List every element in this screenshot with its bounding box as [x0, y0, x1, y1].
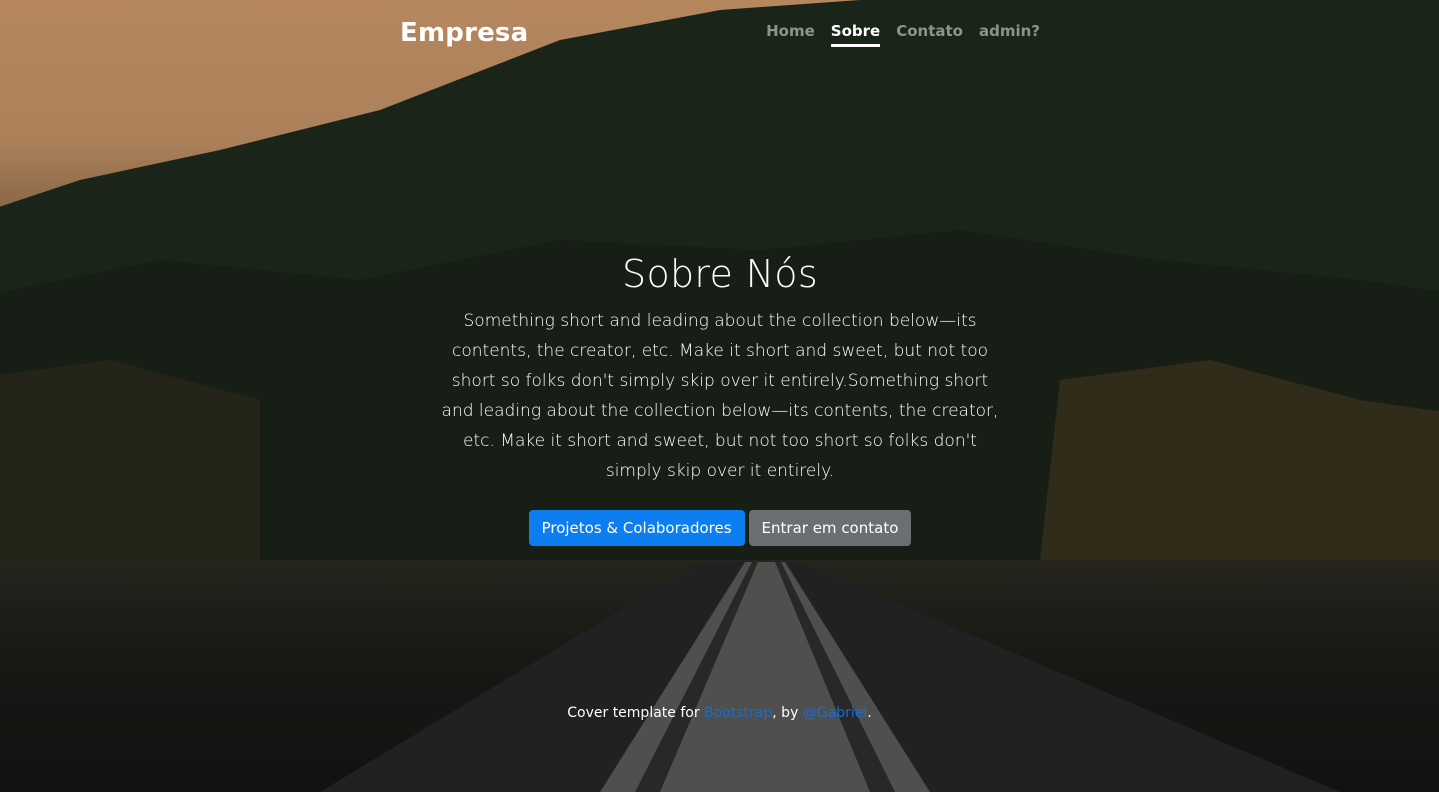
action-buttons: Projetos & Colaboradores Entrar em conta…	[440, 510, 1000, 546]
main-nav: Home Sobre Contato admin?	[766, 22, 1040, 47]
footer-prefix: Cover template for	[567, 705, 705, 721]
nav-contato[interactable]: Contato	[896, 22, 963, 47]
lead-text: Something short and leading about the co…	[441, 311, 999, 481]
contact-button[interactable]: Entrar em contato	[748, 510, 912, 546]
cover-section: Sobre Nós Something short and leading ab…	[440, 252, 1000, 546]
brand-logo[interactable]: Empresa	[400, 18, 528, 48]
nav-admin[interactable]: admin?	[979, 22, 1040, 47]
author-link[interactable]: @Gabriel	[803, 705, 867, 721]
footer-middle: , by	[772, 705, 803, 721]
nav-home[interactable]: Home	[766, 22, 815, 47]
page-title: Sobre Nós	[622, 252, 818, 296]
footer-suffix: .	[867, 705, 872, 721]
projects-button[interactable]: Projetos & Colaboradores	[528, 510, 745, 546]
bootstrap-link[interactable]: Bootstrap	[704, 705, 772, 721]
footer: Cover template for Bootstrap, by @Gabrie…	[0, 705, 1439, 721]
masthead: Empresa Home Sobre Contato admin?	[400, 18, 1040, 58]
nav-sobre[interactable]: Sobre	[830, 22, 881, 47]
